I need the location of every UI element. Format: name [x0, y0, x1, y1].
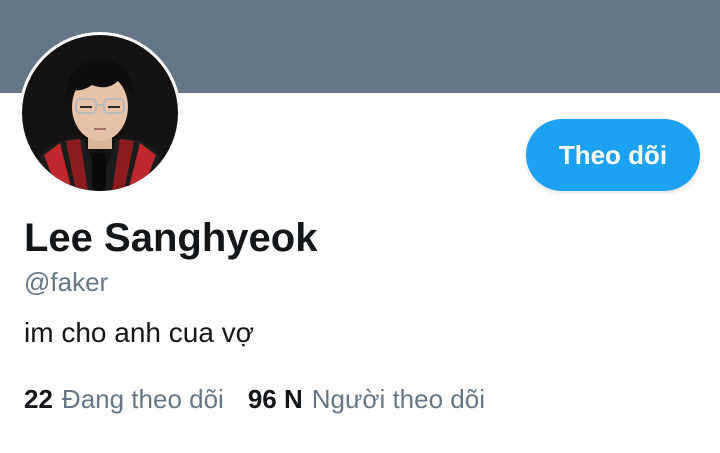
followers-stat[interactable]: 96 N Người theo dõi	[248, 382, 485, 416]
avatar[interactable]	[19, 32, 181, 194]
profile-stats: 22 Đang theo dõi 96 N Người theo dõi	[24, 382, 509, 416]
profile-header: Theo dõi Lee Sanghyeok @faker im cho anh…	[0, 0, 720, 453]
follow-button[interactable]: Theo dõi	[526, 119, 700, 191]
following-count: 22	[24, 384, 53, 414]
followers-label: Người theo dõi	[311, 384, 485, 414]
display-name: Lee Sanghyeok	[24, 216, 318, 260]
bio-text: im cho anh cua vợ	[24, 317, 255, 348]
following-stat[interactable]: 22 Đang theo dõi	[24, 382, 224, 416]
following-label: Đang theo dõi	[61, 384, 224, 414]
followers-count: 96 N	[247, 384, 303, 414]
user-handle: @faker	[24, 267, 109, 297]
profile-photo-icon	[22, 35, 178, 191]
